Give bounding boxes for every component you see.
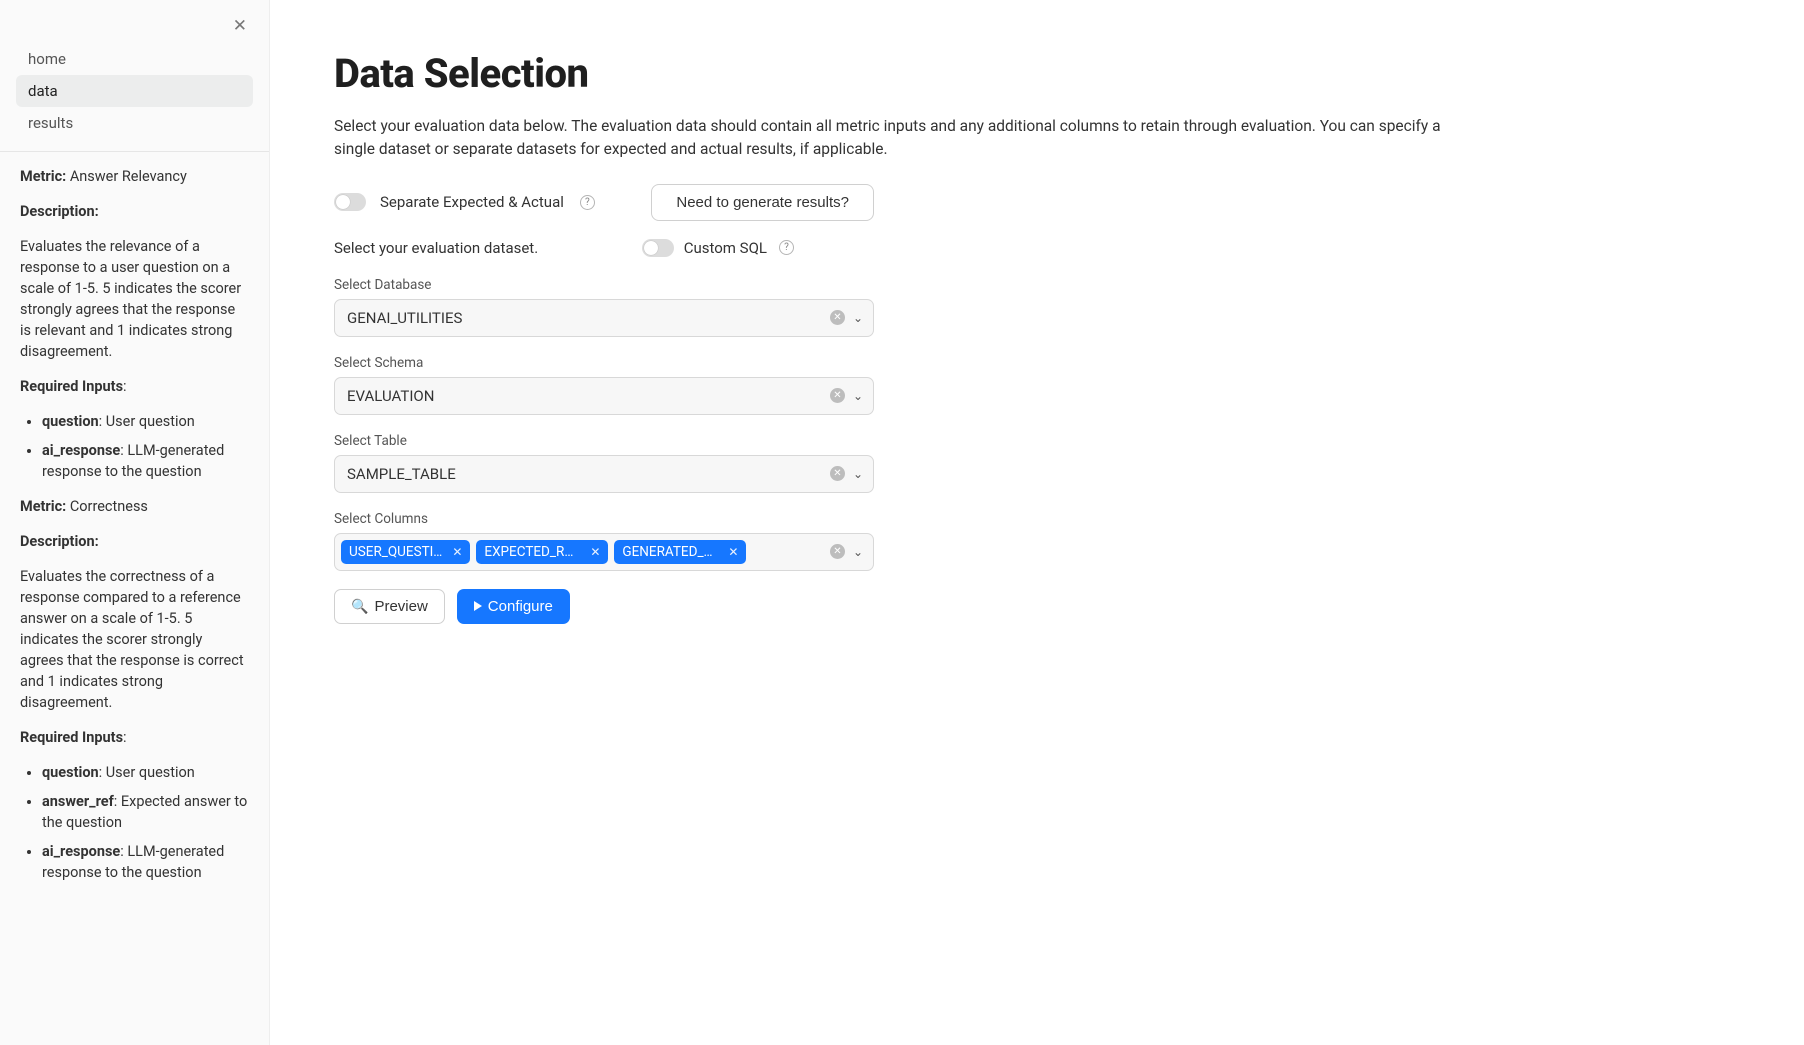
preview-label: Preview bbox=[374, 598, 427, 615]
search-icon: 🔍 bbox=[351, 598, 368, 615]
sidebar-top: ✕ home data results bbox=[0, 0, 269, 147]
clear-icon[interactable]: ✕ bbox=[830, 544, 845, 559]
required-inputs-bold: Required Inputs bbox=[20, 729, 123, 746]
required-inputs-label: Required Inputs: bbox=[20, 376, 249, 397]
metric-line: Metric: Correctness bbox=[20, 496, 249, 517]
chip-remove-icon[interactable]: ✕ bbox=[590, 545, 600, 559]
select-actions: ✕ ⌄ bbox=[830, 310, 863, 325]
column-chip: GENERATED_R… ✕ bbox=[614, 540, 746, 564]
input-name: question bbox=[42, 764, 99, 781]
nav-item-results[interactable]: results bbox=[16, 107, 253, 139]
database-field: Select Database GENAI_UTILITIES ✕ ⌄ bbox=[334, 277, 874, 337]
list-item: ai_response: LLM-generated response to t… bbox=[42, 841, 249, 883]
metric-label: Metric: bbox=[20, 168, 66, 185]
help-icon[interactable]: ? bbox=[779, 240, 794, 255]
table-field: Select Table SAMPLE_TABLE ✕ ⌄ bbox=[334, 433, 874, 493]
chevron-down-icon[interactable]: ⌄ bbox=[853, 389, 863, 403]
generate-results-button[interactable]: Need to generate results? bbox=[651, 184, 874, 221]
input-name: question bbox=[42, 413, 99, 430]
chevron-down-icon[interactable]: ⌄ bbox=[853, 467, 863, 481]
main-content: Data Selection Select your evaluation da… bbox=[270, 0, 1804, 1045]
schema-value: EVALUATION bbox=[347, 387, 434, 405]
columns-field: Select Columns USER_QUESTI… ✕ EXPECTED_R… bbox=[334, 511, 874, 571]
clear-icon[interactable]: ✕ bbox=[830, 388, 845, 403]
custom-sql-toggle[interactable] bbox=[642, 239, 674, 257]
database-value: GENAI_UTILITIES bbox=[347, 309, 462, 327]
list-item: answer_ref: Expected answer to the quest… bbox=[42, 791, 249, 833]
nav-item-home[interactable]: home bbox=[16, 43, 253, 75]
schema-select[interactable]: EVALUATION ✕ ⌄ bbox=[334, 377, 874, 415]
sidebar-divider bbox=[0, 151, 269, 152]
help-icon[interactable]: ? bbox=[580, 195, 595, 210]
input-name: ai_response bbox=[42, 843, 120, 860]
chip-label: GENERATED_R… bbox=[622, 544, 718, 560]
chevron-down-icon[interactable]: ⌄ bbox=[853, 545, 863, 559]
action-row: 🔍 Preview Configure bbox=[334, 589, 1740, 624]
sidebar: ✕ home data results Metric: Answer Relev… bbox=[0, 0, 270, 1045]
chip-remove-icon[interactable]: ✕ bbox=[452, 545, 462, 559]
separate-toggle-label: Separate Expected & Actual bbox=[380, 193, 564, 211]
nav-list: home data results bbox=[8, 39, 261, 147]
select-actions: ✕ ⌄ bbox=[830, 388, 863, 403]
column-chip: EXPECTED_RE… ✕ bbox=[476, 540, 608, 564]
table-value: SAMPLE_TABLE bbox=[347, 465, 456, 483]
input-desc: User question bbox=[106, 413, 195, 430]
description-label: Description: bbox=[20, 201, 249, 222]
dataset-row: Select your evaluation dataset. Custom S… bbox=[334, 239, 874, 257]
required-inputs-label: Required Inputs: bbox=[20, 727, 249, 748]
column-chip: USER_QUESTI… ✕ bbox=[341, 540, 470, 564]
table-select[interactable]: SAMPLE_TABLE ✕ ⌄ bbox=[334, 455, 874, 493]
chip-label: USER_QUESTI… bbox=[349, 544, 442, 560]
play-icon bbox=[474, 601, 482, 611]
database-select[interactable]: GENAI_UTILITIES ✕ ⌄ bbox=[334, 299, 874, 337]
custom-sql-label: Custom SQL bbox=[684, 239, 767, 257]
preview-button[interactable]: 🔍 Preview bbox=[334, 589, 445, 624]
column-chips: USER_QUESTI… ✕ EXPECTED_RE… ✕ GENERATED_… bbox=[341, 540, 830, 564]
chip-remove-icon[interactable]: ✕ bbox=[728, 545, 738, 559]
columns-label: Select Columns bbox=[334, 511, 874, 527]
select-actions: ✕ ⌄ bbox=[830, 466, 863, 481]
configure-label: Configure bbox=[488, 598, 553, 615]
input-name: ai_response bbox=[42, 442, 120, 459]
required-inputs-list: question: User question answer_ref: Expe… bbox=[42, 762, 249, 883]
custom-sql-group: Custom SQL ? bbox=[642, 239, 794, 257]
chevron-down-icon[interactable]: ⌄ bbox=[853, 311, 863, 325]
close-icon[interactable]: ✕ bbox=[233, 18, 247, 35]
metric-name: Answer Relevancy bbox=[70, 168, 187, 185]
description-label: Description: bbox=[20, 531, 249, 552]
description-text: Evaluates the correctness of a response … bbox=[20, 566, 249, 713]
separate-row: Separate Expected & Actual ? Need to gen… bbox=[334, 184, 874, 221]
table-label: Select Table bbox=[334, 433, 874, 449]
list-item: question: User question bbox=[42, 411, 249, 432]
sidebar-close-row: ✕ bbox=[8, 10, 261, 39]
metric-label: Metric: bbox=[20, 498, 66, 515]
select-actions: ✕ ⌄ bbox=[830, 544, 863, 559]
required-inputs-list: question: User question ai_response: LLM… bbox=[42, 411, 249, 482]
metric-line: Metric: Answer Relevancy bbox=[20, 166, 249, 187]
select-dataset-label: Select your evaluation dataset. bbox=[334, 239, 538, 257]
list-item: ai_response: LLM-generated response to t… bbox=[42, 440, 249, 482]
input-name: answer_ref bbox=[42, 793, 114, 810]
separate-expected-actual-toggle[interactable] bbox=[334, 193, 366, 211]
page-title: Data Selection bbox=[334, 50, 1740, 97]
configure-button[interactable]: Configure bbox=[457, 589, 570, 624]
nav-item-data[interactable]: data bbox=[16, 75, 253, 107]
clear-icon[interactable]: ✕ bbox=[830, 310, 845, 325]
sidebar-content: Metric: Answer Relevancy Description: Ev… bbox=[0, 166, 269, 917]
schema-field: Select Schema EVALUATION ✕ ⌄ bbox=[334, 355, 874, 415]
clear-icon[interactable]: ✕ bbox=[830, 466, 845, 481]
intro-text: Select your evaluation data below. The e… bbox=[334, 115, 1454, 162]
description-text: Evaluates the relevance of a response to… bbox=[20, 236, 249, 362]
chip-label: EXPECTED_RE… bbox=[484, 544, 580, 560]
columns-select[interactable]: USER_QUESTI… ✕ EXPECTED_RE… ✕ GENERATED_… bbox=[334, 533, 874, 571]
schema-label: Select Schema bbox=[334, 355, 874, 371]
database-label: Select Database bbox=[334, 277, 874, 293]
required-inputs-bold: Required Inputs bbox=[20, 378, 123, 395]
metric-name: Correctness bbox=[70, 498, 148, 515]
input-desc: User question bbox=[106, 764, 195, 781]
list-item: question: User question bbox=[42, 762, 249, 783]
